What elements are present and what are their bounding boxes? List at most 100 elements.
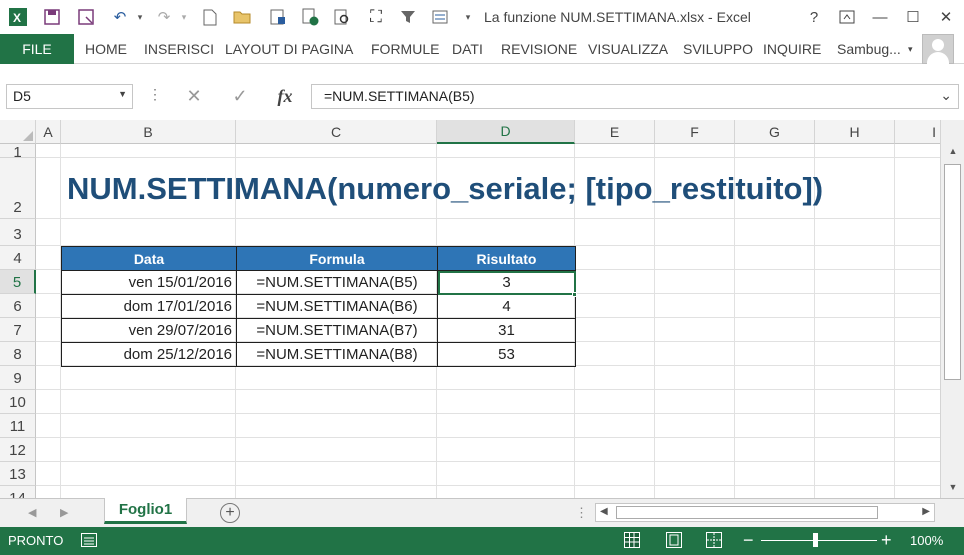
- select-all-corner[interactable]: [0, 120, 36, 144]
- cell-c5[interactable]: =NUM.SETTIMANA(B5): [236, 270, 438, 295]
- column-header-f[interactable]: F: [655, 120, 735, 144]
- confirm-entry-icon[interactable]: ✓: [226, 84, 254, 109]
- print-preview-icon[interactable]: [268, 7, 288, 27]
- cell-d7[interactable]: 31: [437, 318, 576, 343]
- cell-d5-active[interactable]: 3: [437, 270, 576, 295]
- zoom-out-button[interactable]: −: [743, 530, 754, 551]
- horizontal-scroll-thumb[interactable]: [616, 506, 878, 519]
- scroll-left-icon[interactable]: ◀: [600, 506, 608, 517]
- zoom-level[interactable]: 100%: [910, 533, 943, 548]
- cell-d6[interactable]: 4: [437, 294, 576, 319]
- formula-bar-grip-icon[interactable]: ⋮: [148, 86, 162, 103]
- row-header-13[interactable]: 13: [0, 462, 36, 486]
- undo-icon[interactable]: ↶: [110, 7, 130, 27]
- vertical-scroll-thumb[interactable]: [944, 164, 961, 380]
- cell-b7[interactable]: ven 29/07/2016: [61, 318, 237, 343]
- scroll-right-icon[interactable]: ▶: [922, 506, 930, 517]
- redo-icon[interactable]: ↷: [154, 7, 174, 27]
- minimize-button[interactable]: —: [868, 6, 892, 28]
- restore-button[interactable]: ☐: [901, 6, 925, 28]
- tab-splitter-icon[interactable]: ⋮: [575, 505, 588, 521]
- undo-dropdown-icon[interactable]: ▾: [130, 7, 150, 27]
- expand-formula-bar-icon[interactable]: ⌄: [940, 87, 952, 104]
- cell-c6[interactable]: =NUM.SETTIMANA(B6): [236, 294, 438, 319]
- tab-dati[interactable]: DATI: [452, 41, 483, 57]
- tab-inquire[interactable]: INQUIRE: [763, 41, 821, 57]
- help-button[interactable]: ?: [802, 6, 826, 28]
- column-header-h[interactable]: H: [815, 120, 895, 144]
- header-formula[interactable]: Formula: [236, 246, 438, 271]
- check-document-icon[interactable]: [300, 7, 320, 27]
- new-document-icon[interactable]: [200, 7, 220, 27]
- normal-view-icon[interactable]: [624, 532, 640, 548]
- previous-sheet-icon[interactable]: ◀: [28, 506, 36, 519]
- cell-d8[interactable]: 53: [437, 342, 576, 367]
- user-name[interactable]: Sambug...: [837, 41, 901, 57]
- zoom-in-button[interactable]: +: [881, 530, 892, 551]
- row-header-11[interactable]: 11: [0, 414, 36, 438]
- user-dropdown-icon[interactable]: ▾: [908, 44, 913, 55]
- vertical-scrollbar[interactable]: ▲ ▼: [940, 120, 964, 498]
- tab-formule[interactable]: FORMULE: [371, 41, 439, 57]
- row-header-5[interactable]: 5: [0, 270, 36, 294]
- row-header-4[interactable]: 4: [0, 246, 36, 270]
- formula-input[interactable]: =NUM.SETTIMANA(B5) ⌄: [311, 84, 959, 109]
- cell-b6[interactable]: dom 17/01/2016: [61, 294, 237, 319]
- column-header-a[interactable]: A: [36, 120, 61, 144]
- page-break-preview-icon[interactable]: [706, 532, 722, 548]
- tab-sviluppo[interactable]: SVILUPPO: [683, 41, 753, 57]
- ribbon-display-options-icon[interactable]: [835, 6, 859, 28]
- header-risultato[interactable]: Risultato: [437, 246, 576, 271]
- name-box-dropdown-icon[interactable]: ▼: [118, 89, 127, 99]
- column-header-i[interactable]: I: [895, 120, 940, 144]
- filter-icon[interactable]: [398, 7, 418, 27]
- header-data[interactable]: Data: [61, 246, 237, 271]
- cell-c7[interactable]: =NUM.SETTIMANA(B7): [236, 318, 438, 343]
- tab-inserisci[interactable]: INSERISCI: [144, 41, 214, 57]
- open-folder-icon[interactable]: [232, 7, 252, 27]
- form-icon[interactable]: [430, 7, 450, 27]
- add-sheet-button[interactable]: +: [220, 503, 240, 523]
- column-header-g[interactable]: G: [735, 120, 815, 144]
- name-box[interactable]: D5 ▼: [6, 84, 133, 109]
- next-sheet-icon[interactable]: ▶: [60, 506, 68, 519]
- row-header-2[interactable]: 2: [0, 158, 36, 219]
- save-icon[interactable]: [42, 7, 62, 27]
- tab-revisione[interactable]: REVISIONE: [501, 41, 577, 57]
- row-header-1[interactable]: 1: [0, 144, 36, 161]
- scroll-down-icon[interactable]: ▼: [944, 482, 962, 496]
- scroll-up-icon[interactable]: ▲: [944, 146, 962, 160]
- customize-toolbar-icon[interactable]: ▾: [458, 7, 478, 27]
- macro-recording-icon[interactable]: [81, 533, 97, 547]
- row-header-12[interactable]: 12: [0, 438, 36, 462]
- row-header-6[interactable]: 6: [0, 294, 36, 318]
- insert-function-icon[interactable]: fx: [270, 84, 300, 109]
- close-button[interactable]: ✕: [934, 6, 958, 28]
- binoculars-icon[interactable]: ⛶: [366, 7, 386, 27]
- horizontal-scrollbar[interactable]: ◀ ▶: [595, 503, 935, 522]
- sheet-tab-foglio1[interactable]: Foglio1: [104, 498, 187, 524]
- column-header-e[interactable]: E: [575, 120, 655, 144]
- zoom-slider-track[interactable]: [761, 540, 877, 541]
- tab-file[interactable]: FILE: [0, 34, 74, 64]
- cell-c8[interactable]: =NUM.SETTIMANA(B8): [236, 342, 438, 367]
- page-layout-view-icon[interactable]: [666, 532, 682, 548]
- tab-visualizza[interactable]: VISUALIZZA: [588, 41, 668, 57]
- spreadsheet-grid[interactable]: A B C D E F G H I 1 2 3 4 5 6 7 8 9 10 1…: [0, 120, 940, 498]
- save-as-icon[interactable]: [76, 7, 96, 27]
- find-icon[interactable]: [332, 7, 352, 27]
- row-header-9[interactable]: 9: [0, 366, 36, 390]
- sheet-title-cell[interactable]: NUM.SETTIMANA(numero_seriale; [tipo_rest…: [67, 171, 823, 207]
- cell-b8[interactable]: dom 25/12/2016: [61, 342, 237, 367]
- cancel-entry-icon[interactable]: ✕: [180, 84, 208, 109]
- row-header-3[interactable]: 3: [0, 219, 36, 246]
- row-header-7[interactable]: 7: [0, 318, 36, 342]
- column-header-c[interactable]: C: [236, 120, 437, 144]
- row-header-8[interactable]: 8: [0, 342, 36, 366]
- tab-layout-di-pagina[interactable]: LAYOUT DI PAGINA: [225, 41, 353, 57]
- column-header-d[interactable]: D: [437, 120, 575, 144]
- redo-dropdown-icon[interactable]: ▾: [174, 7, 194, 27]
- row-header-14[interactable]: 14: [0, 486, 36, 498]
- zoom-slider-handle[interactable]: [813, 533, 818, 547]
- avatar[interactable]: [922, 34, 954, 64]
